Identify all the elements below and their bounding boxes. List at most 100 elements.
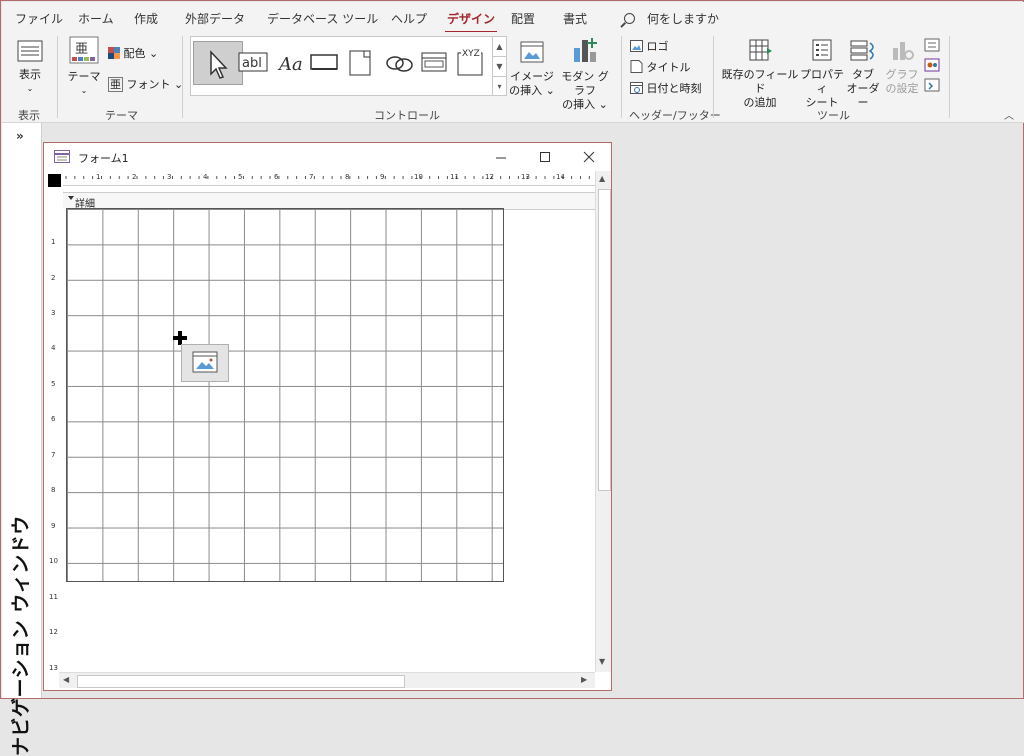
image-icon (192, 351, 218, 373)
view-code-icon[interactable] (924, 78, 940, 92)
title-button[interactable]: タイトル (630, 59, 691, 75)
ruler-label: 12 (485, 173, 494, 181)
navigation-pane[interactable]: » ナビゲーション ウィンドウ (2, 123, 42, 756)
form-icon (54, 150, 70, 163)
property-sheet-button[interactable]: プロパティ シート (800, 38, 844, 110)
vertical-ruler[interactable]: 1 2 3 4 5 6 7 8 9 10 11 12 13 (45, 209, 63, 672)
scroll-up-icon[interactable]: ▲ (599, 174, 605, 183)
tab-order-button[interactable]: タブ オーダー (844, 38, 882, 110)
ruler-label: 2 (132, 173, 137, 181)
tab-format[interactable]: 書式 (563, 10, 587, 27)
horizontal-ruler[interactable]: 1 2 3 4 5 6 7 8 9 10 11 12 13 14 (63, 171, 595, 186)
navigation-pane-label: ナビゲーション ウィンドウ (10, 515, 32, 756)
title-label: タイトル (646, 61, 691, 74)
divider (949, 36, 950, 118)
more-icon[interactable]: ▾ (493, 77, 506, 96)
ruler-ticks (65, 176, 590, 179)
property-sheet-icon (812, 39, 832, 61)
tab-design[interactable]: デザイン (444, 10, 498, 33)
fonts-button[interactable]: 亜 フォント ⌄ (108, 76, 183, 92)
tab-external-data[interactable]: 外部データ (185, 10, 245, 27)
insert-image-button[interactable]: イメージ の挿入 ⌄ (508, 40, 556, 98)
vertical-scrollbar[interactable]: ▲ ▼ (595, 171, 611, 672)
svg-text:XYZ: XYZ (462, 49, 480, 59)
collapse-ribbon-icon[interactable]: ︿ (1004, 107, 1014, 122)
tab-create[interactable]: 作成 (134, 10, 158, 27)
scroll-right-icon[interactable]: ▶ (581, 675, 587, 684)
fonts-label: フォント (126, 78, 171, 91)
chevron-down-icon: ⌄ (26, 84, 34, 93)
view-button[interactable]: 表示 ⌄ (10, 40, 50, 96)
logo-icon (630, 40, 643, 52)
tab-order-label-2: オーダー (846, 82, 880, 109)
crosshair-cursor-icon (173, 331, 187, 345)
add-fields-label-1: 既存のフィールド (721, 68, 799, 95)
insert-modern-chart-button[interactable]: モダン グラフ の挿入 ⌄ (557, 36, 613, 112)
ruler-label: 3 (51, 309, 56, 317)
group-label-views: 表示 (18, 109, 40, 122)
divider (713, 36, 714, 118)
ribbon-tabs: ファイル ホーム 作成 外部データ データベース ツール ヘルプ デザイン 配置… (2, 2, 1024, 33)
macro-icon[interactable] (924, 58, 940, 72)
theme-button[interactable]: 亜 テーマ ⌄ (64, 36, 104, 98)
colors-button[interactable]: 配色 ⌄ (108, 45, 158, 61)
scroll-left-icon[interactable]: ◀ (63, 675, 69, 684)
tab-order-icon (850, 40, 874, 61)
ruler-label: 14 (556, 173, 565, 181)
ruler-label: 10 (49, 557, 58, 565)
chevron-up-icon[interactable]: ▲ (493, 37, 506, 57)
expand-nav-icon[interactable]: » (16, 129, 24, 143)
chart-settings-label-1: グラフ (885, 68, 919, 81)
group-label-themes: テーマ (105, 109, 138, 122)
chart-icon (574, 38, 597, 62)
group-label-controls: コントロール (374, 109, 440, 122)
image-control-drag-preview (181, 344, 229, 382)
insert-image-label-2: の挿入 (509, 84, 543, 97)
tab-arrange[interactable]: 配置 (511, 10, 535, 27)
tell-me-box[interactable]: 何をしますか (624, 10, 719, 27)
modern-chart-label-2: の挿入 (562, 98, 596, 111)
form-title-bar: フォーム1 (44, 143, 611, 171)
ruler-label: 7 (309, 173, 314, 181)
ruler-label: 11 (450, 173, 459, 181)
add-existing-fields-button[interactable]: 既存のフィールド の追加 (720, 38, 800, 110)
chart-settings-button[interactable]: グラフ の設定 (882, 38, 922, 96)
insert-image-label-1: イメージ (510, 70, 554, 83)
logo-label: ロゴ (646, 40, 669, 53)
svg-text:Aa: Aa (277, 54, 303, 75)
logo-button[interactable]: ロゴ (630, 38, 669, 54)
tab-help[interactable]: ヘルプ (391, 10, 427, 27)
tab-database-tools[interactable]: データベース ツール (267, 10, 378, 27)
code-icon[interactable] (924, 38, 940, 52)
scroll-thumb[interactable] (598, 189, 611, 491)
form-selector[interactable] (48, 174, 61, 187)
scroll-down-icon[interactable]: ▼ (599, 657, 605, 666)
minimize-icon[interactable] (491, 147, 511, 167)
close-icon[interactable] (579, 147, 599, 167)
chevron-down-icon[interactable]: ▼ (493, 57, 506, 77)
view-button-label: 表示 (19, 68, 41, 81)
fields-list-icon (749, 39, 772, 61)
search-icon (624, 13, 635, 24)
date-time-button[interactable]: 日付と時刻 (630, 80, 702, 96)
font-icon: 亜 (108, 77, 123, 92)
scroll-thumb[interactable] (77, 675, 405, 688)
chart-settings-icon (893, 42, 914, 60)
svg-text:亜: 亜 (75, 42, 88, 57)
ruler-label: 13 (521, 173, 530, 181)
group-label-header-footer: ヘッダー/フッター (629, 109, 721, 122)
color-palette-icon (108, 47, 120, 59)
gallery-scroll[interactable]: ▲ ▼ ▾ (492, 37, 506, 95)
detail-section-grid[interactable] (66, 208, 504, 582)
tab-home[interactable]: ホーム (78, 10, 114, 27)
ruler-label: 1 (96, 173, 101, 181)
horizontal-scrollbar[interactable]: ◀ ▶ (59, 672, 595, 688)
ruler-label: 1 (51, 238, 56, 246)
maximize-icon[interactable] (535, 147, 555, 167)
controls-gallery: abl Aa XYZ ▲ ▼ ▾ (190, 36, 507, 96)
tab-file[interactable]: ファイル (15, 10, 63, 27)
ribbon: 表示 ⌄ 表示 亜 テーマ ⌄ 配色 ⌄ 亜 フォント ⌄ テーマ abl Aa… (2, 32, 1024, 123)
app-window: ファイル ホーム 作成 外部データ データベース ツール ヘルプ デザイン 配置… (0, 0, 1024, 756)
ruler-label: 2 (51, 274, 56, 282)
image-icon (520, 41, 544, 63)
